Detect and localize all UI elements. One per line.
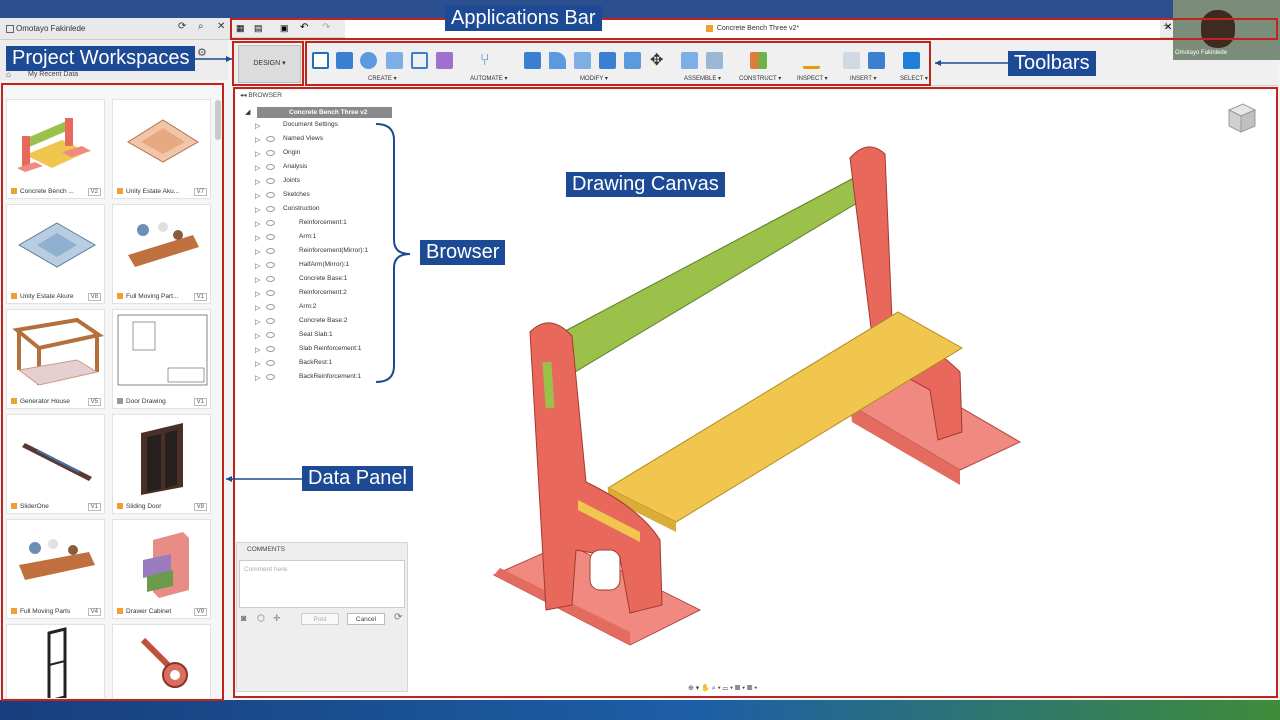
annotation-drawing-canvas: Drawing Canvas — [566, 172, 725, 197]
annotation-browser: Browser — [420, 240, 506, 265]
annotation-arrows — [188, 56, 1008, 482]
annotation-project-workspaces: Project Workspaces — [6, 46, 196, 71]
annotation-applications-bar: Applications Bar — [445, 6, 602, 31]
annotation-data-panel: Data Panel — [302, 466, 413, 491]
annotation-toolbars: Toolbars — [1008, 51, 1096, 76]
